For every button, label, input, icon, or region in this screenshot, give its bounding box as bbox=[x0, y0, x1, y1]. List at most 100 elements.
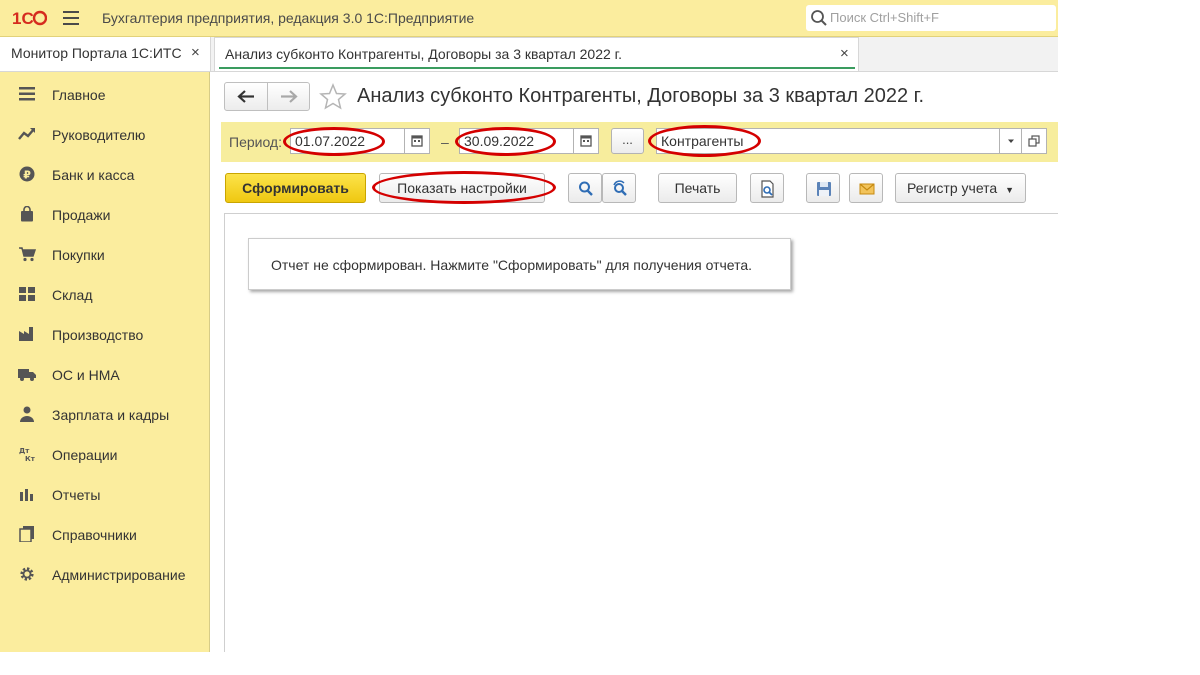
report-form: Анализ субконто Контрагенты, Договоры за… bbox=[211, 72, 1058, 652]
sidebar-item-admin[interactable]: Администрирование bbox=[0, 554, 209, 594]
shopping-bag-icon bbox=[21, 206, 33, 222]
accounting-register-label: Регистр учета bbox=[907, 180, 998, 196]
date-from-value: 01.07.2022 bbox=[295, 133, 366, 149]
report-status-text: Отчет не сформирован. Нажмите "Сформиров… bbox=[271, 257, 753, 273]
calendar-button[interactable] bbox=[573, 129, 598, 153]
sidebar-item-label: Покупки bbox=[52, 247, 105, 263]
generate-button[interactable]: Сформировать bbox=[225, 173, 366, 203]
bar-chart-icon bbox=[20, 489, 33, 501]
save-button[interactable] bbox=[806, 173, 840, 203]
gear-icon bbox=[20, 567, 34, 581]
dt-kt-icon: ДтКт bbox=[19, 447, 36, 462]
select-period-button[interactable]: ... bbox=[611, 128, 644, 154]
grid-icon bbox=[19, 287, 35, 301]
sidebar-item-label: Отчеты bbox=[52, 487, 101, 503]
cart-icon bbox=[19, 247, 36, 262]
date-from-field[interactable]: 01.07.2022 bbox=[290, 128, 430, 154]
print-preview-icon bbox=[761, 180, 774, 198]
period-label: Период: bbox=[229, 134, 282, 150]
print-preview-button[interactable] bbox=[750, 173, 784, 203]
date-to-value: 30.09.2022 bbox=[464, 133, 535, 149]
navigation-buttons bbox=[224, 82, 310, 111]
tab-subconto-analysis[interactable]: Анализ субконто Контрагенты, Договоры за… bbox=[214, 37, 859, 71]
calendar-icon bbox=[580, 135, 592, 147]
dropdown-button[interactable] bbox=[999, 129, 1022, 153]
sidebar-item-purchases[interactable]: Покупки bbox=[0, 234, 209, 274]
sidebar-item-label: Справочники bbox=[52, 527, 137, 543]
tab-bar: Монитор Портала 1С:ИТС × Анализ субконто… bbox=[0, 37, 1058, 72]
books-icon bbox=[19, 526, 34, 542]
logo-1c-icon: 1С bbox=[12, 9, 47, 28]
trend-up-icon bbox=[18, 128, 35, 140]
floppy-disk-icon bbox=[817, 182, 831, 196]
sidebar-item-label: Руководителю bbox=[52, 127, 146, 143]
search-placeholder: Поиск Ctrl+Shift+F bbox=[830, 10, 939, 25]
hamburger-icon bbox=[19, 87, 35, 101]
accounting-register-button[interactable]: Регистр учета ▼ bbox=[895, 173, 1026, 203]
close-icon[interactable]: × bbox=[191, 44, 200, 61]
star-icon[interactable] bbox=[319, 83, 347, 110]
sidebar-item-production[interactable]: Производство bbox=[0, 314, 209, 354]
find-next-button[interactable] bbox=[602, 173, 636, 203]
sidebar-item-label: Администрирование bbox=[52, 567, 186, 583]
sidebar-item-operations[interactable]: Дт Кт Операции bbox=[0, 434, 209, 474]
sidebar: Главное Руководителю ₽ Банк и касса Прод… bbox=[0, 72, 210, 652]
app-window: 1С Бухгалтерия предприятия, редакция 3.0… bbox=[0, 0, 1058, 652]
search-input[interactable]: Поиск Ctrl+Shift+F bbox=[806, 5, 1056, 31]
arrow-left-icon bbox=[237, 90, 254, 103]
open-button[interactable] bbox=[1021, 129, 1046, 153]
forward-button[interactable] bbox=[268, 83, 309, 110]
title-bar: 1С Бухгалтерия предприятия, редакция 3.0… bbox=[0, 0, 1058, 37]
sidebar-item-warehouse[interactable]: Склад bbox=[0, 274, 209, 314]
filter-panel: Период: 01.07.2022 – 30.09.2022 ... Конт… bbox=[221, 122, 1058, 162]
main-menu-icon[interactable] bbox=[63, 11, 79, 25]
sidebar-item-directories[interactable]: Справочники bbox=[0, 514, 209, 554]
period-dash: – bbox=[441, 134, 449, 150]
svg-text:1С: 1С bbox=[12, 9, 34, 28]
back-button[interactable] bbox=[225, 83, 268, 110]
sidebar-item-bank[interactable]: ₽ Банк и касса bbox=[0, 154, 209, 194]
app-title: Бухгалтерия предприятия, редакция 3.0 1С… bbox=[102, 10, 475, 26]
send-email-button[interactable] bbox=[849, 173, 883, 203]
calendar-button[interactable] bbox=[404, 129, 429, 153]
envelope-icon bbox=[859, 183, 875, 195]
print-button[interactable]: Печать bbox=[658, 173, 737, 203]
find-button[interactable] bbox=[568, 173, 602, 203]
date-to-field[interactable]: 30.09.2022 bbox=[459, 128, 599, 154]
sidebar-item-sales[interactable]: Продажи bbox=[0, 194, 209, 234]
active-tab-indicator bbox=[219, 67, 855, 69]
sidebar-item-label: Склад bbox=[52, 287, 93, 303]
sidebar-item-main[interactable]: Главное bbox=[0, 74, 209, 114]
truck-icon bbox=[18, 369, 36, 381]
search-icon bbox=[579, 181, 593, 196]
sidebar-item-salary[interactable]: Зарплата и кадры bbox=[0, 394, 209, 434]
close-icon[interactable]: × bbox=[840, 45, 849, 62]
search-next-icon bbox=[613, 180, 627, 196]
ruble-coin-icon: ₽ bbox=[19, 166, 35, 182]
sidebar-item-label: ОС и НМА bbox=[52, 367, 120, 383]
sidebar-item-label: Банк и касса bbox=[52, 167, 135, 183]
person-icon bbox=[20, 406, 34, 422]
calendar-icon bbox=[411, 135, 423, 147]
sidebar-item-label: Продажи bbox=[52, 207, 111, 223]
sidebar-item-label: Главное bbox=[52, 87, 106, 103]
report-area-border bbox=[224, 213, 1058, 214]
sidebar-item-fixed-assets[interactable]: ОС и НМА bbox=[0, 354, 209, 394]
dimensions-value: Контрагенты bbox=[661, 133, 744, 149]
tab-its-monitor[interactable]: Монитор Портала 1С:ИТС × bbox=[0, 37, 211, 71]
factory-icon bbox=[19, 327, 33, 341]
sidebar-item-label: Операции bbox=[52, 447, 118, 463]
report-area-border bbox=[224, 213, 225, 652]
show-settings-button[interactable]: Показать настройки bbox=[379, 173, 545, 203]
sidebar-item-label: Зарплата и кадры bbox=[52, 407, 170, 423]
chevron-down-icon: ▼ bbox=[1005, 185, 1014, 195]
report-status-message: Отчет не сформирован. Нажмите "Сформиров… bbox=[248, 238, 791, 290]
page-title: Анализ субконто Контрагенты, Договоры за… bbox=[357, 85, 925, 107]
tab-label: Анализ субконто Контрагенты, Договоры за… bbox=[225, 46, 622, 62]
sidebar-item-manager[interactable]: Руководителю bbox=[0, 114, 209, 154]
svg-text:₽: ₽ bbox=[23, 169, 31, 182]
svg-text:Дт: Дт bbox=[19, 447, 30, 455]
arrow-right-icon bbox=[281, 90, 298, 103]
sidebar-item-reports[interactable]: Отчеты bbox=[0, 474, 209, 514]
dimensions-field[interactable]: Контрагенты bbox=[656, 128, 1047, 154]
